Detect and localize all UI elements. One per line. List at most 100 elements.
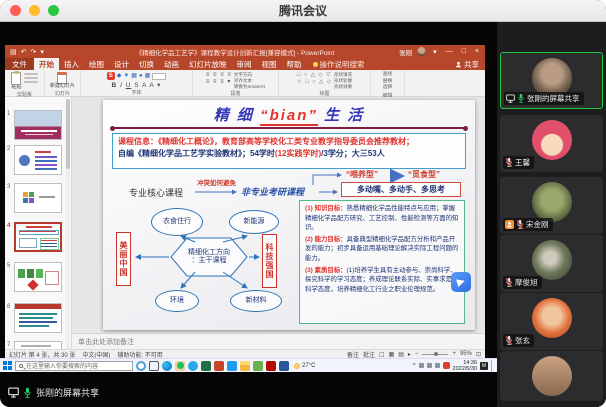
tab-transitions[interactable]: 切换: [134, 58, 159, 70]
slide-thumbnail-3[interactable]: [14, 183, 62, 213]
start-button[interactable]: [3, 361, 12, 370]
addin-icon[interactable]: ◆: [117, 72, 122, 80]
participant-tile-host[interactable]: 宋金刚: [500, 177, 603, 234]
addin-icon[interactable]: ▼: [123, 72, 129, 80]
participant-name: 王馨: [515, 158, 530, 167]
ppt-user-avatar[interactable]: [417, 47, 427, 56]
participant-tile-sharing[interactable]: 张刚的屏幕共享: [500, 52, 603, 109]
ribbon-group-clipboard: 粘贴 剪贴板: [5, 70, 45, 98]
undo-icon[interactable]: ↶: [21, 48, 27, 56]
zoom-in-button[interactable]: +: [452, 351, 456, 357]
excel-icon[interactable]: [201, 360, 211, 371]
assistant-float-icon[interactable]: [451, 272, 471, 292]
notes-pane[interactable]: 单击此处添加备注: [72, 333, 485, 349]
shapes-gallery[interactable]: □ ○ △ ◇ ▽ ☆ □ ○ △ ◇: [297, 72, 332, 86]
ppt-titlebar: ▤ ↶ ↷ ▾ 《精细化学品工艺学》课程教学设计创新汇报[兼容模式] - Pow…: [5, 45, 485, 58]
slide-thumbnail-7[interactable]: [14, 341, 62, 349]
accessibility-status[interactable]: 辅助功能: 不可用: [117, 350, 162, 359]
cut-copy-painter-buttons[interactable]: [23, 73, 38, 83]
tab-draw[interactable]: 绘图: [84, 58, 109, 70]
show-desktop-button[interactable]: [491, 359, 494, 372]
cortana-icon[interactable]: [136, 360, 146, 371]
avatar: [531, 182, 572, 222]
slide-thumbnail-4-selected[interactable]: [14, 222, 62, 252]
new-slide-button[interactable]: 新建幻灯片: [50, 72, 75, 90]
fit-slide-icon[interactable]: ⊡: [476, 351, 481, 358]
ppt-close-button[interactable]: ×: [473, 48, 481, 55]
ppt-share-button[interactable]: 共享: [455, 58, 479, 70]
find-button[interactable]: 查找: [383, 72, 393, 79]
normal-view-icon[interactable]: ▢: [379, 351, 385, 358]
tell-me-search[interactable]: 操作说明搜索: [312, 58, 365, 70]
slideshow-icon[interactable]: ▸: [408, 351, 411, 358]
powerpoint-icon[interactable]: [214, 360, 224, 371]
participant-tile[interactable]: 王馨: [500, 115, 603, 172]
reading-view-icon[interactable]: ▤: [398, 351, 404, 358]
zoom-slider[interactable]: [422, 351, 449, 356]
addin-icon[interactable]: ●: [139, 72, 143, 80]
sorter-view-icon[interactable]: ▦: [389, 351, 395, 358]
tray-icon[interactable]: [426, 363, 432, 368]
addin-icon[interactable]: ▦: [131, 72, 137, 80]
tencent-meeting-icon-active[interactable]: [175, 360, 185, 371]
tab-insert[interactable]: 插入: [59, 58, 84, 70]
edge-browser-icon[interactable]: [162, 360, 172, 371]
file-explorer-icon[interactable]: [240, 360, 250, 371]
language-indicator[interactable]: 中文(中国): [82, 350, 110, 359]
tray-icon[interactable]: [418, 363, 424, 368]
addin-icons[interactable]: S ◆ ▼ ▦ ● ▦: [106, 72, 167, 80]
input-method-icon[interactable]: M: [480, 361, 488, 370]
blue-app-icon[interactable]: [227, 360, 237, 371]
slide-thumbnail-1[interactable]: [14, 110, 62, 140]
ppt-minimize-button[interactable]: —: [444, 48, 455, 55]
notes-toggle[interactable]: 备注: [347, 350, 359, 359]
zoom-out-button[interactable]: −: [415, 351, 419, 357]
taskbar-search[interactable]: 在这里输入你要搜索的内容: [15, 360, 133, 371]
window-title: 腾讯会议: [278, 4, 327, 18]
qq-icon[interactable]: [188, 360, 198, 371]
slide-thumbnail-2[interactable]: [14, 145, 62, 175]
task-view-icon[interactable]: [149, 360, 159, 371]
shape-effects-button[interactable]: 形状效果: [334, 84, 352, 90]
participant-tile[interactable]: 张玄: [500, 293, 603, 350]
powerpoint-window: ▤ ↶ ↷ ▾ 《精细化学品工艺学》课程教学设计创新汇报[兼容模式] - Pow…: [5, 45, 485, 358]
zoom-percent: 95%: [459, 351, 472, 357]
paste-button[interactable]: 粘贴: [11, 71, 22, 91]
screen-share-icon: [506, 94, 515, 103]
tab-animations[interactable]: 动画: [159, 58, 184, 70]
word-icon[interactable]: [279, 360, 289, 371]
taskbar-clock[interactable]: 14:36 2022/5/30: [453, 360, 477, 372]
tray-notification-icon[interactable]: [442, 362, 450, 369]
tab-home[interactable]: 开始: [34, 58, 59, 70]
thumbnail-scrollbar[interactable]: [66, 99, 70, 349]
addin-icon[interactable]: ▦: [145, 72, 151, 80]
s-addin-icon[interactable]: S: [106, 72, 115, 80]
ribbon-display-icon[interactable]: ▾: [431, 48, 439, 56]
slide-4[interactable]: 精 细 “bian” 生 活 课程信息：《精细化工概论》，教育部高等学校化工类专…: [103, 100, 475, 330]
qat-dropdown-icon[interactable]: ▾: [40, 48, 44, 56]
slide-thumbnail-5[interactable]: [14, 262, 62, 292]
tab-help[interactable]: 帮助: [282, 58, 307, 70]
mic-muted-icon: [505, 277, 513, 288]
participant-tile-partial[interactable]: [500, 351, 603, 401]
acrobat-icon[interactable]: [266, 360, 276, 371]
list-align-buttons[interactable]: ≡ ≡ ≡ ≡ ≡ ≡ ≡ ▾: [206, 72, 232, 86]
tab-review[interactable]: 审阅: [232, 58, 257, 70]
tray-icon[interactable]: [434, 363, 440, 368]
weather-widget[interactable]: 27°C: [294, 362, 315, 369]
font-format-buttons[interactable]: B I U S A A ▾: [112, 81, 162, 89]
nonmajor-course-label: 非专业考研课程: [241, 187, 305, 197]
wechat-icon[interactable]: [253, 360, 263, 371]
ppt-restore-button[interactable]: □: [460, 48, 468, 55]
slide-thumbnail-6[interactable]: [14, 303, 62, 333]
tab-design[interactable]: 设计: [109, 58, 134, 70]
comments-toggle[interactable]: 批注: [363, 350, 375, 359]
redo-icon[interactable]: ↷: [31, 48, 37, 56]
tab-file[interactable]: 文件: [5, 58, 34, 70]
tray-expand-icon[interactable]: ^: [413, 363, 416, 369]
tab-view[interactable]: 视图: [257, 58, 282, 70]
tab-slideshow[interactable]: 幻灯片放映: [184, 58, 232, 70]
font-size-box[interactable]: [152, 72, 167, 80]
participant-tile[interactable]: 摩俊旭: [500, 235, 603, 292]
save-icon[interactable]: ▤: [10, 48, 17, 56]
